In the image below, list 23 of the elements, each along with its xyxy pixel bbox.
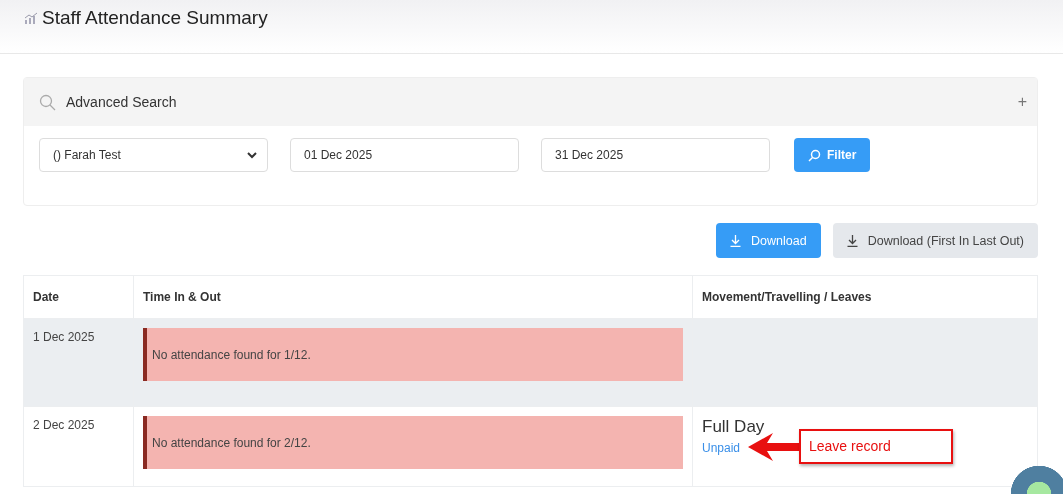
search-icon [808, 148, 821, 162]
download-icon [730, 234, 742, 247]
section-title: Advanced Search [66, 94, 178, 110]
expand-button[interactable]: + [1017, 93, 1027, 111]
chevron-down-icon [247, 151, 257, 159]
no-attendance-alert: No attendance found for 1/12. [143, 328, 683, 381]
search-icon [39, 93, 56, 111]
download-button[interactable]: Download (First In Last Out) [832, 223, 1038, 258]
no-attendance-alert: No attendance found for 2/12. [143, 416, 683, 469]
column-header: Time In & Out [133, 275, 693, 319]
date-cell: 2 Dec 2025 [23, 406, 134, 487]
chart-icon [24, 12, 38, 24]
column-header: Movement/Travelling / Leaves [692, 275, 1038, 319]
chat-launcher-icon[interactable] [1011, 466, 1063, 494]
staff-select[interactable]: () Farah Test [39, 138, 268, 172]
date-cell: 1 Dec 2025 [23, 318, 134, 407]
leave-duration: Full Day [702, 417, 765, 437]
date-field[interactable]: 01 Dec 2025 [290, 138, 519, 172]
column-header: Date [23, 275, 134, 319]
date-field[interactable]: 31 Dec 2025 [541, 138, 770, 172]
download-icon [846, 234, 858, 247]
page-title: Staff Attendance Summary [42, 7, 268, 29]
callout-note: Leave record [799, 429, 953, 464]
